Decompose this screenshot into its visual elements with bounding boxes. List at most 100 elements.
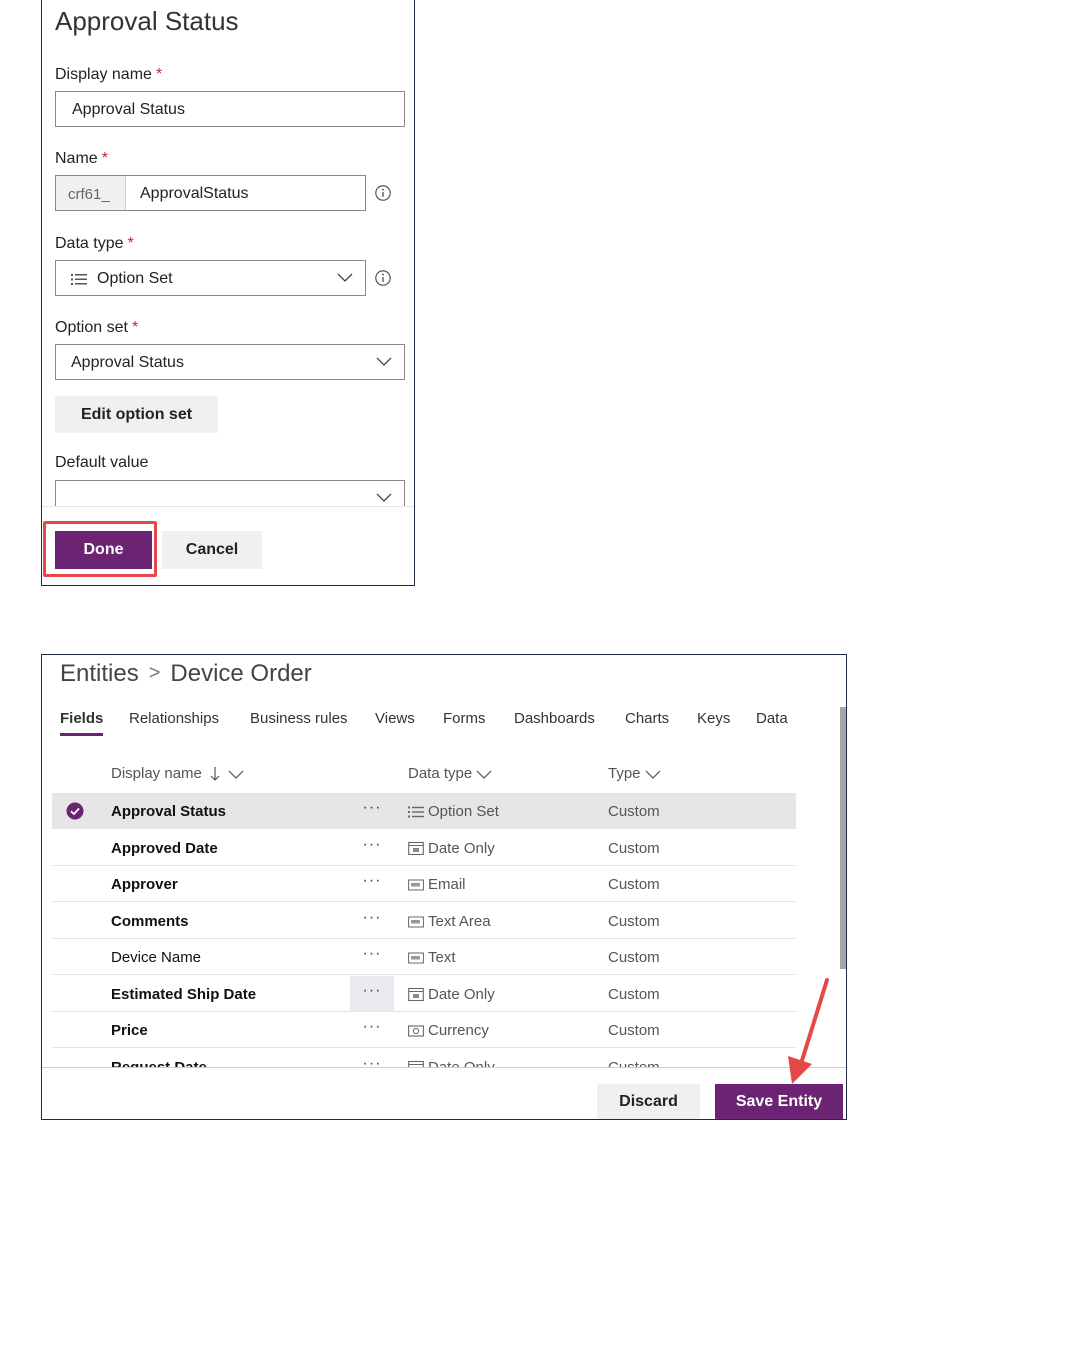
required-marker: *: [127, 235, 134, 252]
row-more-options-icon[interactable]: ···: [350, 830, 394, 866]
row-display-name[interactable]: Approved Date: [111, 840, 218, 857]
display-name-input[interactable]: Approval Status: [55, 91, 405, 127]
table-row[interactable]: Approved Date ··· Date Only Custom: [52, 830, 796, 866]
list-icon: [71, 274, 87, 285]
annotation-arrow: [788, 978, 829, 1084]
row-data-type-label: Date Only: [428, 985, 495, 1003]
table-row[interactable]: Price ··· Currency Custom: [52, 1012, 796, 1048]
row-type: Custom: [608, 876, 660, 893]
row-data-type: Currency: [408, 1022, 489, 1039]
tab-charts[interactable]: Charts: [625, 710, 669, 727]
name-input[interactable]: crf61_ ApprovalStatus: [55, 175, 366, 211]
column-header-type[interactable]: Type: [608, 765, 661, 782]
sort-descending-icon: [210, 767, 220, 781]
tab-keys[interactable]: Keys: [697, 710, 730, 727]
required-marker: *: [101, 150, 108, 167]
row-type: Custom: [608, 949, 660, 966]
scrollbar[interactable]: [839, 691, 846, 1061]
tab-data[interactable]: Data: [756, 710, 788, 727]
calendar-icon: [408, 840, 428, 857]
row-display-name[interactable]: Price: [111, 1022, 148, 1039]
tab-forms[interactable]: Forms: [443, 710, 486, 727]
currency-icon: [408, 1022, 428, 1039]
tab-business-rules[interactable]: Business rules: [250, 710, 348, 727]
table-row[interactable]: Approver ··· Email Custom: [52, 866, 796, 902]
discard-button[interactable]: Discard: [597, 1084, 700, 1119]
chevron-down-icon: [476, 770, 492, 779]
tab-relationships[interactable]: Relationships: [129, 710, 219, 727]
row-type: Custom: [608, 912, 660, 930]
row-more-options-icon[interactable]: ···: [350, 793, 394, 829]
row-display-name[interactable]: Approval Status: [111, 803, 226, 820]
row-data-type-label: Currency: [428, 1022, 489, 1039]
text-field-icon: [408, 913, 428, 930]
entity-footer: Discard Save Entity: [42, 1067, 846, 1119]
row-data-type-label: Email: [428, 876, 466, 893]
row-data-type-label: Text Area: [428, 912, 491, 930]
row-display-name[interactable]: Device Name: [111, 949, 201, 966]
data-type-label: Data type *: [55, 235, 134, 252]
chevron-down-icon: [376, 493, 392, 502]
breadcrumb-entities-link[interactable]: Entities: [60, 660, 139, 687]
text-field-icon: [408, 949, 428, 966]
list-icon: [408, 803, 428, 820]
entity-fields-panel: Entities > Device Order Fields Relationshi…: [41, 654, 847, 1120]
breadcrumb: Entities > Device Order: [60, 660, 312, 688]
cancel-button[interactable]: Cancel: [162, 531, 262, 569]
table-row[interactable]: Device Name ··· Text Custom: [52, 939, 796, 975]
row-selected-check-icon[interactable]: [66, 802, 84, 820]
text-field-icon: [408, 876, 428, 893]
option-set-label: Option set *: [55, 319, 139, 336]
name-label: Name *: [55, 150, 108, 167]
row-display-name[interactable]: Comments: [111, 913, 189, 930]
row-data-type: Date Only: [408, 986, 495, 1003]
row-more-options-icon[interactable]: ···: [350, 939, 394, 975]
display-name-label: Display name *: [55, 66, 163, 83]
data-type-dropdown[interactable]: Option Set: [55, 260, 366, 296]
row-more-options-icon[interactable]: ···: [350, 866, 394, 902]
info-icon[interactable]: [375, 185, 391, 201]
done-highlight-box: [43, 521, 157, 577]
row-data-type-label: Option Set: [428, 803, 499, 820]
edit-option-set-button[interactable]: Edit option set: [55, 396, 218, 433]
row-display-name[interactable]: Estimated Ship Date: [111, 986, 256, 1003]
row-data-type-label: Date Only: [428, 839, 495, 857]
row-type: Custom: [608, 803, 660, 820]
chevron-down-icon: [376, 357, 392, 366]
default-value-label: Default value: [55, 454, 149, 471]
chevron-down-icon: [228, 770, 244, 779]
row-data-type: Date Only: [408, 840, 495, 857]
row-display-name[interactable]: Approver: [111, 876, 178, 893]
table-row[interactable]: Estimated Ship Date ··· Date Only Custom: [52, 975, 796, 1012]
tab-fields[interactable]: Fields: [60, 710, 104, 736]
column-header-display-name[interactable]: Display name: [111, 765, 244, 782]
tab-views[interactable]: Views: [375, 710, 415, 727]
row-type: Custom: [608, 985, 660, 1003]
chevron-down-icon: [645, 770, 661, 779]
table-row[interactable]: Approval Status ··· Option Set Custom: [52, 793, 796, 829]
breadcrumb-separator: >: [148, 662, 161, 684]
row-data-type: Option Set: [408, 803, 499, 820]
row-more-options-icon[interactable]: ···: [350, 903, 394, 939]
scrollbar-thumb[interactable]: [840, 707, 846, 969]
option-set-dropdown[interactable]: Approval Status: [55, 344, 405, 380]
row-type: Custom: [608, 839, 660, 857]
field-properties-panel: Approval Status Display name * Approval S…: [41, 0, 415, 586]
required-marker: *: [155, 66, 163, 83]
row-data-type: Text: [408, 949, 456, 966]
row-data-type: Text Area: [408, 913, 491, 930]
row-type: Custom: [608, 1022, 660, 1039]
breadcrumb-current: Device Order: [170, 660, 312, 687]
table-row[interactable]: Comments ··· Text Area Custom: [52, 903, 796, 939]
panel-title: Approval Status: [55, 6, 239, 36]
name-prefix: crf61_: [56, 176, 126, 210]
row-data-type: Email: [408, 876, 466, 893]
info-icon[interactable]: [375, 270, 391, 286]
row-more-options-icon[interactable]: ···: [350, 975, 394, 1012]
calendar-icon: [408, 986, 428, 1003]
row-more-options-icon[interactable]: ···: [350, 1012, 394, 1048]
tab-dashboards[interactable]: Dashboards: [514, 710, 595, 727]
chevron-down-icon: [337, 273, 353, 282]
row-data-type-label: Text: [428, 949, 456, 966]
column-header-data-type[interactable]: Data type: [408, 765, 492, 782]
